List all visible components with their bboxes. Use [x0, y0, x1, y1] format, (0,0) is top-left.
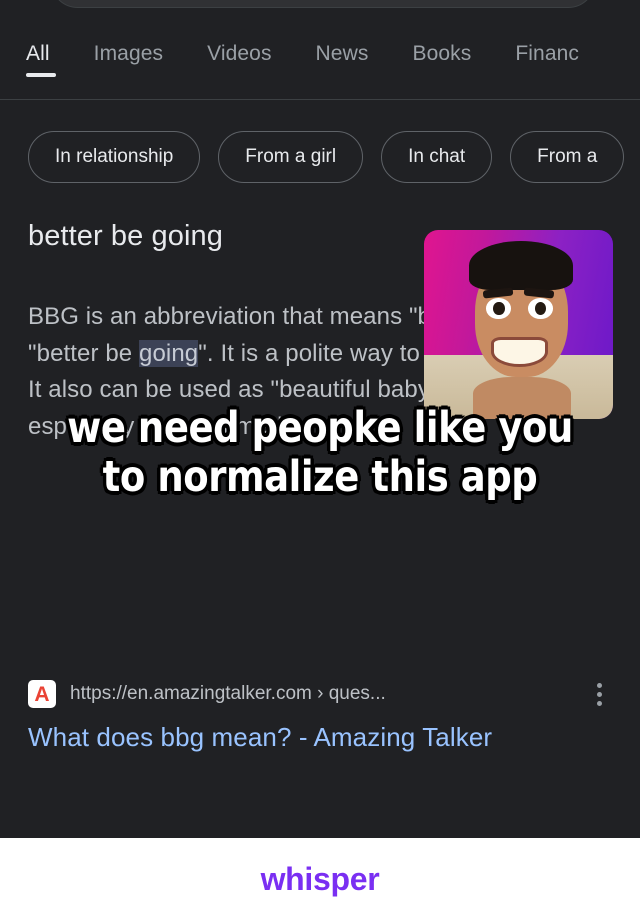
filter-chip-row: In relationship From a girl In chat From… [0, 126, 640, 188]
favicon-icon: A [28, 680, 56, 708]
chip-from-a-girl[interactable]: From a girl [218, 131, 364, 183]
caption-line-2: to normalize this app [102, 452, 538, 503]
snippet-selected-text: going [139, 339, 199, 367]
whisper-footer: whisper [0, 838, 640, 920]
tab-label: Videos [207, 42, 272, 65]
snippet-text-part2: ". [198, 339, 214, 367]
whisper-watermark: whisper [260, 860, 380, 897]
tab-videos[interactable]: Videos [207, 42, 271, 80]
tab-books[interactable]: Books [412, 42, 471, 80]
search-bar[interactable] [50, 0, 596, 8]
search-result-header: A https://en.amazingtalker.com › ques... [28, 680, 612, 708]
chip-from-a[interactable]: From a [510, 131, 625, 183]
chip-in-relationship[interactable]: In relationship [28, 131, 201, 183]
result-title-link[interactable]: What does bbg mean? - Amazing Talker [28, 720, 612, 754]
result-url: https://en.amazingtalker.com › ques... [70, 683, 386, 704]
more-options-icon[interactable] [586, 681, 612, 707]
chip-in-chat[interactable]: In chat [381, 131, 493, 183]
thumbnail-hair [469, 241, 574, 291]
tab-label: News [315, 42, 369, 65]
thumbnail-eye-right [527, 298, 553, 319]
tab-images[interactable]: Images [94, 42, 163, 80]
tab-finance[interactable]: Financ [515, 42, 579, 80]
result-tabs: All Images Videos News Books Financ [0, 42, 640, 100]
tab-label: Books [412, 42, 472, 65]
tab-label: Images [93, 42, 164, 65]
screenshot-root: All Images Videos News Books Financ In r… [0, 0, 640, 920]
thumbnail-eye-left [486, 298, 511, 319]
tab-label: All [26, 42, 50, 65]
search-result: A https://en.amazingtalker.com › ques...… [0, 680, 640, 754]
thumbnail-neck [473, 377, 572, 419]
tab-label: Financ [515, 42, 579, 65]
snippet-thumbnail[interactable] [424, 230, 613, 419]
thumbnail-mouth [493, 339, 545, 365]
tab-all[interactable]: All [26, 42, 56, 80]
tab-news[interactable]: News [316, 42, 369, 80]
